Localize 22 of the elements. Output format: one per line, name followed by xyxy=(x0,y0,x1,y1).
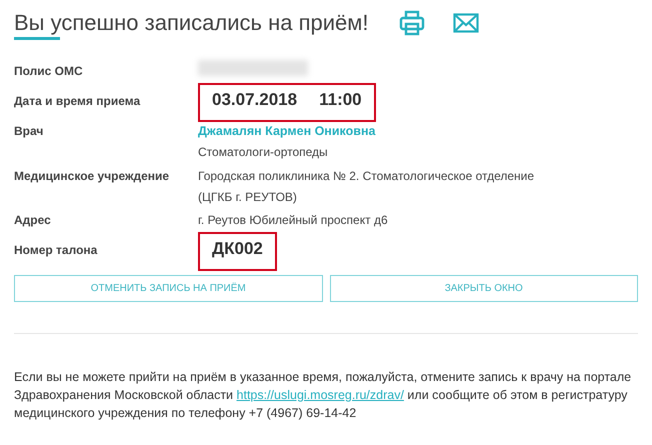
value-text: Стоматологи-ортопеды xyxy=(198,144,329,161)
doctor-link[interactable]: Джамалян Кармен Ониковна xyxy=(198,122,376,141)
highlight-value: ДК002 xyxy=(212,238,263,260)
field-label: Номер талона xyxy=(14,242,98,259)
action-button[interactable]: ЗАКРЫТЬ ОКНО xyxy=(330,275,638,302)
action-button[interactable]: ОТМЕНИТЬ ЗАПИСЬ НА ПРИЁМ xyxy=(14,275,322,302)
highlight-value: 11:00 xyxy=(319,89,362,111)
notice-text: Если вы не можете прийти на приём в указанное время, пожалуйста, отмените запись к врачу на портале Здравохранения Московской области https://uslugi.mosreg.ru/zdrav/ или сообщите об этом в регистратуру медицинского учреждения по телефону +7 (4967) 69-14-42 xyxy=(14,369,632,422)
field-label: Дата и время приема xyxy=(14,93,142,110)
page-title: Вы успешно записались на приём! xyxy=(14,9,369,37)
field-label: Медицинское учреждение xyxy=(14,168,170,185)
field-label: Врач xyxy=(14,123,44,140)
printer-icon[interactable] xyxy=(398,10,425,36)
mail-icon[interactable] xyxy=(452,13,479,33)
portal-link[interactable]: https://uslugi.mosreg.ru/zdrav/ xyxy=(236,388,404,402)
value-text: (ЦГКБ г. РЕУТОВ) xyxy=(198,189,298,206)
field-label: Адрес xyxy=(14,212,52,229)
title-underline xyxy=(14,37,60,40)
highlight-value: 03.07.2018 xyxy=(212,89,298,111)
value-text: Городская поликлиника № 2. Стоматологическое отделение xyxy=(198,168,534,185)
value-text: г. Реутов Юбилейный проспект д6 xyxy=(198,212,388,229)
field-label: Полис ОМС xyxy=(14,63,84,80)
